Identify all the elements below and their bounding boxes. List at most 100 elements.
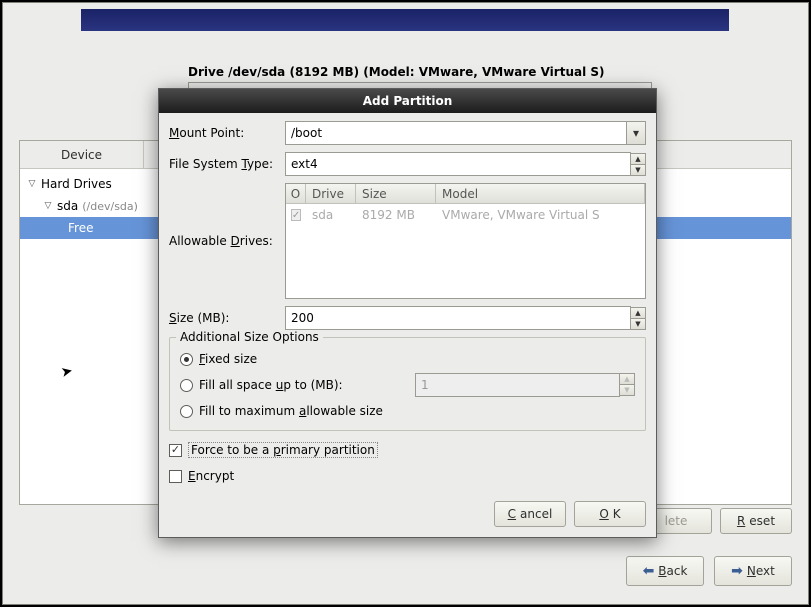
allowable-drives-label: Allowable Drives:	[169, 234, 285, 248]
mnemonic: M	[169, 126, 179, 140]
drive-info-label: Drive /dev/sda (8192 MB) (Model: VMware,…	[188, 65, 605, 79]
fstype-row: File System Type: ext4 ▲ ▼	[169, 152, 646, 176]
mount-point-input[interactable]	[285, 121, 627, 145]
label-rest: ext	[756, 564, 775, 578]
mnemonic: R	[737, 514, 745, 528]
allowable-drives-row: Allowable Drives: O Drive Size Model ✓ s…	[169, 183, 646, 299]
radio-icon[interactable]	[180, 405, 193, 418]
reset-button[interactable]: Reset	[720, 508, 792, 534]
check-encrypt[interactable]: Encrypt	[169, 463, 646, 489]
label-rest: ize (MB):	[177, 311, 230, 325]
label-rest: ount Point:	[179, 126, 244, 140]
label-rest: rimary partition	[281, 443, 375, 457]
mnemonic: D	[231, 234, 240, 248]
label-pre: File System	[169, 157, 241, 171]
fstype-value: ext4	[291, 157, 318, 171]
drive-size: 8192 MB	[356, 208, 436, 222]
radio-label: Fixed size	[199, 352, 257, 366]
mnemonic: O	[599, 507, 608, 521]
size-field[interactable]	[291, 311, 625, 325]
mnemonic: B	[658, 564, 666, 578]
fill-up-spinner: ▲ ▼	[415, 373, 635, 397]
tree-label: Hard Drives	[41, 177, 112, 191]
dialog-footer: Cancel OK	[169, 495, 646, 527]
size-input[interactable]	[285, 306, 631, 330]
radio-icon[interactable]	[180, 379, 193, 392]
drive-model: VMware, VMware Virtual S	[436, 208, 645, 222]
label-rest: ixed size	[205, 352, 257, 366]
radio-fill-max[interactable]: Fill to maximum allowable size	[180, 398, 635, 424]
size-row: Size (MB): ▲ ▼	[169, 306, 646, 330]
mnemonic: p	[273, 443, 281, 457]
mount-point-dropdown[interactable]: ▾	[626, 121, 646, 145]
radio-icon[interactable]	[180, 353, 193, 366]
group-title: Additional Size Options	[176, 330, 323, 344]
mount-point-label: Mount Point:	[169, 126, 285, 140]
mount-point-field[interactable]	[291, 126, 621, 140]
label-rest: p to (MB):	[283, 378, 342, 392]
expander-icon[interactable]: ▽	[26, 178, 38, 190]
radio-fixed-size[interactable]: Fixed size	[180, 346, 635, 372]
radio-fill-up-to[interactable]: Fill all space up to (MB): ▲ ▼	[180, 372, 635, 398]
checkbox-label: Force to be a primary partition	[188, 442, 378, 458]
drive-row-sda[interactable]: ✓ sda 8192 MB VMware, VMware Virtual S	[286, 204, 645, 226]
size-options-group: Additional Size Options Fixed size Fill …	[169, 337, 646, 431]
tree-label: Free	[68, 221, 93, 235]
label-rest: ype:	[247, 157, 273, 171]
label-rest: ncrypt	[196, 469, 235, 483]
chevron-down-icon[interactable]: ▼	[630, 164, 646, 176]
nav-buttons: ⬅ Back ➡ Next	[626, 556, 792, 586]
check-primary[interactable]: Force to be a primary partition	[169, 437, 646, 463]
dialog-title: Add Partition	[159, 89, 656, 113]
checkbox-icon[interactable]	[169, 444, 182, 457]
cancel-button[interactable]: Cancel	[494, 501, 566, 527]
radio-label: Fill to maximum allowable size	[199, 404, 383, 418]
col-check[interactable]: O	[286, 184, 306, 203]
fill-up-spin-buttons: ▲ ▼	[619, 373, 635, 397]
size-spinner[interactable]: ▲ ▼	[630, 307, 646, 330]
label-rest: rives:	[240, 234, 273, 248]
mnemonic: N	[747, 564, 756, 578]
mnemonic: E	[188, 469, 196, 483]
drive-check[interactable]: ✓	[286, 209, 306, 221]
arrow-left-icon: ⬅	[643, 563, 655, 579]
label-rest: ancel	[520, 507, 552, 521]
col-drive[interactable]: Drive	[306, 184, 356, 203]
tree-label: sda	[57, 199, 78, 213]
col-size[interactable]: Size	[356, 184, 436, 203]
col-model[interactable]: Model	[436, 184, 645, 203]
checkbox-icon[interactable]	[169, 470, 182, 483]
footer-buttons: lete Reset	[640, 508, 792, 534]
mount-point-row: Mount Point: ▾	[169, 121, 646, 145]
fstype-label: File System Type:	[169, 157, 285, 171]
spin-down-icon: ▼	[619, 384, 635, 396]
ok-button[interactable]: OK	[574, 501, 646, 527]
label-pre: Force to be a	[191, 443, 273, 457]
label-rest: llowable size	[306, 404, 383, 418]
spin-down-icon[interactable]: ▼	[630, 318, 646, 330]
fill-up-field	[421, 378, 614, 392]
dialog-body: Mount Point: ▾ File System Type: ext4 ▲ …	[159, 113, 656, 537]
chevron-down-icon: ▾	[633, 126, 639, 140]
fstype-buttons[interactable]: ▲ ▼	[630, 153, 646, 176]
mnemonic: C	[508, 507, 516, 521]
fill-up-input	[415, 373, 620, 397]
drives-header: O Drive Size Model	[286, 184, 645, 204]
fstype-combo[interactable]: ext4	[285, 152, 631, 176]
label-rest: eset	[749, 514, 775, 528]
radio-label: Fill all space up to (MB):	[199, 378, 343, 392]
add-partition-dialog: Add Partition Mount Point: ▾ File System…	[158, 88, 657, 538]
drive-name: sda	[306, 208, 356, 222]
device-column-header[interactable]: Device	[20, 141, 144, 168]
next-button[interactable]: ➡ Next	[714, 556, 792, 586]
size-label: Size (MB):	[169, 311, 285, 325]
checkbox-label: Encrypt	[188, 469, 234, 483]
back-button[interactable]: ⬅ Back	[626, 556, 704, 586]
expander-icon[interactable]: ▽	[42, 200, 54, 212]
allowable-drives-list[interactable]: O Drive Size Model ✓ sda 8192 MB VMware,…	[285, 183, 646, 299]
label-rest: ack	[667, 564, 688, 578]
label-pre: Allowable	[169, 234, 231, 248]
mnemonic: S	[169, 311, 177, 325]
label-pre: Fill to maximum	[199, 404, 299, 418]
arrow-right-icon: ➡	[731, 563, 743, 579]
